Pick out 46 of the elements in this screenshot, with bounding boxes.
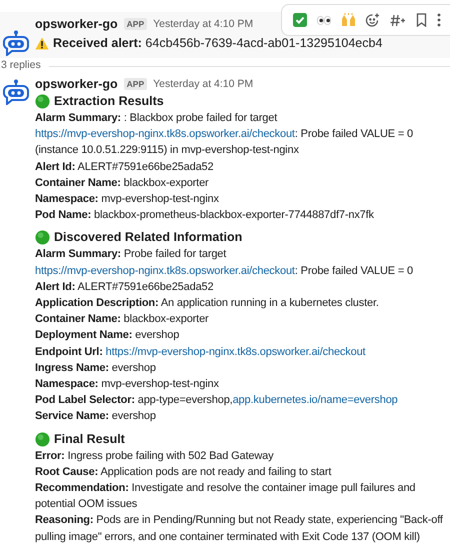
field-line: Namespace: mvp-evershop-test-nginx [35, 377, 220, 392]
warning-icon [35, 36, 49, 50]
field-line: Container Name: blackbox-exporter [35, 176, 210, 191]
message-time: Yesterday at 4:10 PM [153, 17, 254, 32]
field-line: Alarm Summary: Probe failed for target https://mvp-evershop-nginx.tk8s.opsworker.ai/checkout: Probe failed VALUE = 0 [35, 247, 414, 279]
app-badge: APP [124, 18, 148, 30]
section-title: Final Result [54, 430, 125, 448]
field-line: Recommendation: Investigate and resolve the container image pull failures and potential OOM issues [35, 481, 416, 512]
section-title: Discovered Related Information [54, 229, 242, 246]
field-line: Alert Id: ALERT#7591e66be25ada52 [35, 160, 214, 175]
field-line: Alert Id: ALERT#7591e66be25ada52 [35, 280, 214, 295]
field-line: Application Description: An application running in a kubernetes cluster. [35, 296, 380, 312]
eyes-icon[interactable] [316, 16, 331, 24]
section-title: Extraction Results [54, 93, 164, 110]
status-dot-icon [35, 432, 50, 447]
field-line: Alarm Summary: : Blackbox probe failed for target https://mvp-evershop-nginx.tk8s.opsworker.ai/checkout: Probe failed VALUE = 0 (instance 10.0.51.229:9115) in mvp-evershop-test-nginx [35, 111, 414, 158]
field-line: Endpoint Url: https://mvp-evershop-nginx.tk8s.opsworker.ai/checkout [35, 344, 366, 360]
field-line: Deployment Name: evershop [35, 328, 180, 344]
robot-avatar-icon[interactable] [3, 79, 29, 105]
field-line: Ingress Name: evershop [35, 360, 157, 376]
status-dot-icon [35, 230, 50, 246]
sender-name: opsworker-go [35, 76, 118, 92]
field-line: Pod Name: blackbox-prometheus-blackbox-exporter-7744887df7-nx7fk [35, 208, 375, 224]
robot-avatar-icon[interactable] [3, 30, 29, 56]
field-line: Error: Ingress probe failing with 502 Bad Gateway [35, 448, 274, 464]
add-reaction-icon[interactable] [365, 12, 380, 28]
link[interactable]: https://mvp-evershop-nginx.tk8s.opsworker.ai/checkout [106, 346, 366, 358]
check-mark-icon[interactable] [292, 13, 307, 27]
alert-text: Received alert: 64cb456b-7639-4acd-ab01-13295104ecb4 [53, 35, 382, 52]
field-line: Service Name: evershop [35, 409, 157, 424]
message-time: Yesterday at 4:10 PM [153, 77, 254, 92]
field-line: Container Name: blackbox-exporter [35, 312, 210, 328]
field-line: Namespace: mvp-evershop-test-nginx [35, 192, 220, 208]
field-line: Root Cause: Application pods are not ready and failing to start [35, 464, 332, 480]
link[interactable]: app.kubernetes.io/name=evershop [232, 394, 398, 406]
field-line: Pod Label Selector: app-type=evershop,app.kubernetes.io/name=evershop [35, 393, 399, 408]
link[interactable]: https://mvp-evershop-nginx.tk8s.opsworker.ai/checkout [35, 264, 295, 277]
field-line: Reasoning: Pods are in Pending/Running but not Ready state, experiencing "Back-off pulling image" errors, and one container terminated with Exit Code 137 (OOM kill) [35, 513, 444, 545]
hashtag-icon[interactable] [390, 14, 406, 26]
more-options-icon[interactable] [436, 13, 441, 27]
link[interactable]: https://mvp-evershop-nginx.tk8s.opsworker.ai/checkout [35, 128, 295, 140]
app-badge: APP [124, 78, 148, 90]
bookmark-icon[interactable] [416, 13, 428, 27]
status-dot-icon [35, 94, 50, 109]
replies-link[interactable]: 3 replies [0, 58, 41, 74]
sender-name: opsworker-go [35, 16, 118, 32]
